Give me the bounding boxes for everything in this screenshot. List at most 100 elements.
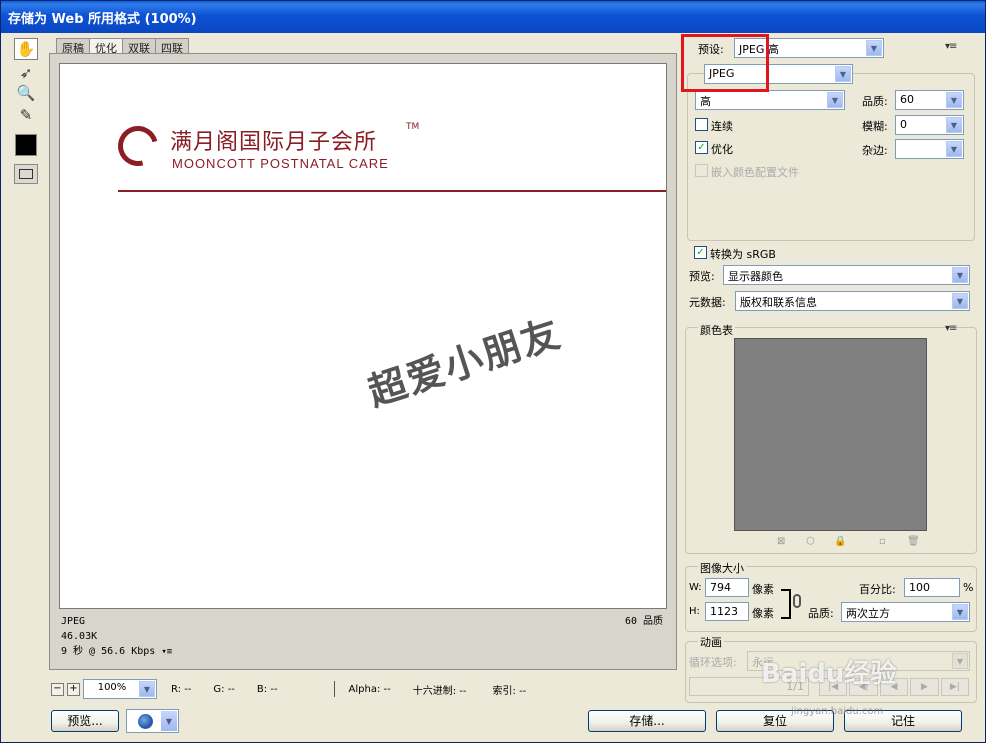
chevron-down-icon: ▼ [946,92,962,108]
embed-profile-label: 嵌入颜色配置文件 [711,166,799,179]
baidu-watermark-url: jingyan.baidu.com [791,706,884,717]
color-preview-select[interactable]: 显示器颜色 ▼ [723,265,970,285]
width-unit: 像素 [752,583,774,596]
zoom-select[interactable]: 100% ▼ [83,679,157,699]
chevron-down-icon: ▼ [952,293,968,309]
readout-red: R: -- [171,683,192,695]
logo-chinese-name: 满月阁国际月子会所 [170,130,378,155]
info-quality: 60 品质 [624,616,663,627]
chevron-down-icon[interactable]: ▼ [161,711,177,731]
toggle-slices-visibility-icon[interactable] [14,164,38,184]
resample-quality-label: 品质: [808,607,834,620]
slice-select-tool-icon[interactable]: ➶ [14,62,38,84]
preview-area: 满月阁国际月子会所 MOONCOTT POSTNATAL CARE TM 超爱小… [49,53,677,670]
baidu-watermark: Baidu经验 [761,659,897,689]
map-transparent-icon[interactable]: ⊠ [777,536,785,547]
eyedropper-tool-icon[interactable]: ✎ [14,104,38,126]
readout-index: 索引: -- [492,685,527,697]
quality-label: 品质: [862,95,888,108]
constrain-bracket [781,589,791,619]
color-table-menu-icon[interactable]: ▾≡ [945,323,957,334]
progressive-checkbox[interactable] [695,118,708,131]
convert-srgb-checkbox[interactable]: ✓ [694,246,707,259]
readout-alpha: Alpha: -- [348,683,391,695]
eyedropper-color-swatch[interactable] [15,134,37,156]
zoom-out-button[interactable]: − [51,682,64,696]
chevron-down-icon: ▼ [952,604,968,620]
status-bar: − + 100% ▼ R: -- G: -- B: -- Alpha: -- 十… [51,679,675,699]
percent-label: 百分比: [859,583,896,596]
save-for-web-dialog: 存储为 Web 所用格式 (100%) ✋ ➶ 🔍 ✎ 原稿 优化 双联 四联 … [0,0,986,743]
metadata-select[interactable]: 版权和联系信息 ▼ [735,291,970,311]
tool-strip: ✋ ➶ 🔍 ✎ [11,36,41,671]
image-size-title: 图像大小 [698,560,746,576]
chevron-down-icon: ▼ [946,117,962,133]
hand-tool-icon[interactable]: ✋ [14,38,38,60]
trash-icon[interactable]: 🗑 [907,536,920,547]
tab-4-up[interactable]: 四联 [155,38,189,55]
optimize-menu-icon[interactable]: ▾≡ [945,41,957,52]
play-button[interactable]: ▶ [910,678,939,696]
optimization-info: JPEG 46.03K 9 秒 @ 56.6 Kbps ▾≡ 60 品质 [61,614,665,664]
readout-green: G: -- [213,683,235,695]
matte-label: 杂边: [862,144,888,157]
color-table-title: 颜色表 [698,322,735,338]
logo: 满月阁国际月子会所 MOONCOTT POSTNATAL CARE TM [110,118,438,182]
last-frame-button[interactable]: ▶| [940,678,970,696]
matte-select[interactable]: ▼ [895,139,964,159]
chevron-down-icon: ▼ [827,92,843,108]
height-label: H: [689,606,700,617]
percent-unit: % [963,581,974,594]
download-speed-menu-icon[interactable]: ▾≡ [161,647,172,657]
percent-input[interactable]: 100 [904,578,960,597]
chevron-down-icon: ▼ [952,267,968,283]
chevron-down-icon: ▼ [139,681,155,697]
readout-blue: B: -- [256,683,278,695]
progressive-label: 连续 [711,120,733,133]
blur-label: 模糊: [862,120,888,133]
logo-english-name: MOONCOTT POSTNATAL CARE [172,156,389,171]
quality-value-input[interactable]: 60 ▼ [895,90,964,110]
optimized-checkbox[interactable]: ✓ [695,141,708,154]
info-format: JPEG [61,616,86,627]
chevron-down-icon: ▼ [952,653,968,669]
save-button[interactable]: 存储... [588,710,706,732]
width-input[interactable]: 794 [705,578,749,597]
new-color-icon[interactable]: ▫ [879,536,886,547]
window-title: 存储为 Web 所用格式 (100%) [8,12,197,27]
blur-value-input[interactable]: 0 ▼ [895,115,964,135]
resample-quality-select[interactable]: 两次立方 ▼ [841,602,970,622]
title-bar: 存储为 Web 所用格式 (100%) [1,1,985,33]
tab-2-up[interactable]: 双联 [122,38,156,55]
web-snap-icon[interactable]: ⬡ [806,536,815,547]
embed-profile-checkbox[interactable] [695,164,708,177]
image-watermark: 超爱小朋友 [362,310,567,415]
status-divider [333,681,335,697]
color-table-grid[interactable] [734,338,927,531]
image-preview-canvas[interactable]: 满月阁国际月子会所 MOONCOTT POSTNATAL CARE TM 超爱小… [59,63,667,609]
readout-hex: 十六进制: -- [412,685,467,697]
annotation-highlight-box [681,34,769,92]
info-file-size: 46.03K [61,631,98,642]
lock-color-icon[interactable]: 🔒 [834,536,846,547]
view-tabs: 原稿 优化 双联 四联 [56,38,189,55]
quality-level-select[interactable]: 高 ▼ [695,90,845,110]
logo-mark-icon [110,118,166,174]
height-unit: 像素 [752,607,774,620]
header-rule [118,190,666,192]
preview-button[interactable]: 预览... [51,710,119,732]
constrain-proportions-icon[interactable] [793,594,801,608]
zoom-in-button[interactable]: + [67,682,80,696]
browser-icon [138,714,153,729]
zoom-tool-icon[interactable]: 🔍 [14,82,38,104]
tab-original[interactable]: 原稿 [56,38,90,55]
info-download-time: 9 秒 @ 56.6 Kbps ▾≡ [61,646,173,657]
tab-optimized[interactable]: 优化 [89,38,123,55]
height-input[interactable]: 1123 [705,602,749,621]
chevron-down-icon: ▼ [866,40,882,56]
animation-title: 动画 [698,634,724,650]
metadata-label: 元数据: [689,296,726,309]
logo-trademark: TM [406,122,420,132]
chevron-down-icon: ▼ [946,141,962,157]
preview-in-browser-button[interactable]: ▼ [126,709,179,733]
